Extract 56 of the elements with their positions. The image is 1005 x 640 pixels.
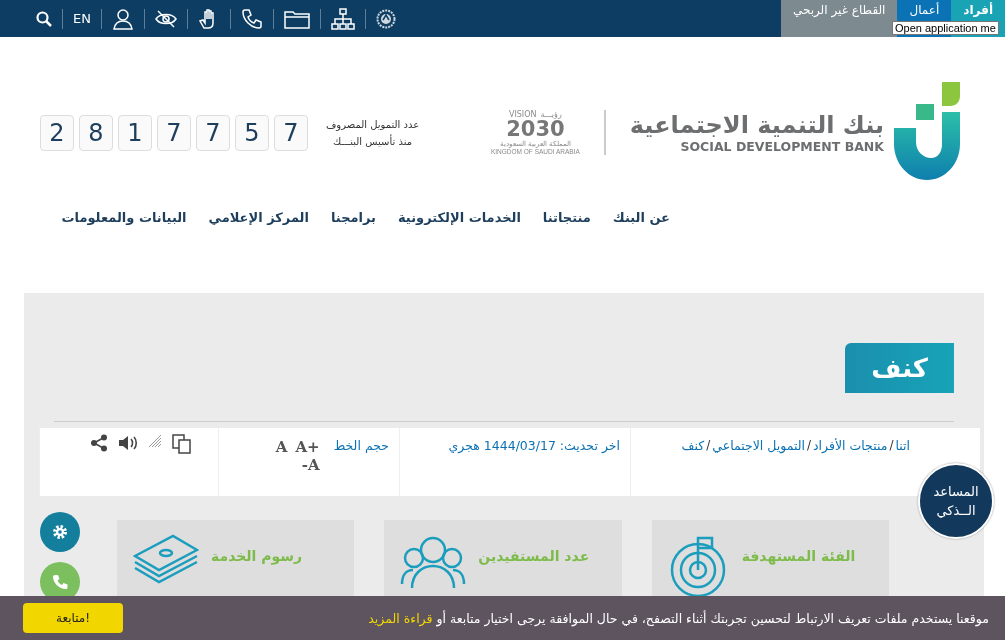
breadcrumb-link[interactable]: كنف xyxy=(681,438,705,453)
counter-digit: 7 xyxy=(274,114,308,151)
feed-icon xyxy=(148,434,162,448)
font-decrease-button[interactable]: A- xyxy=(301,456,320,474)
settings-icon xyxy=(52,524,68,540)
counter-digit: 5 xyxy=(235,114,269,151)
user-icon[interactable] xyxy=(111,7,134,30)
breadcrumb-separator: / xyxy=(706,438,711,452)
font-normal-button[interactable]: A xyxy=(275,438,288,456)
eye-slash-icon[interactable] xyxy=(154,9,177,28)
sitemap-icon[interactable] xyxy=(330,7,355,30)
card-title: رسوم الخدمة xyxy=(211,548,303,564)
vision-label-arabic: رؤيـــة xyxy=(540,110,562,119)
counter-sublabel: منذ تأسيس البنـــك xyxy=(332,135,414,147)
search-icon[interactable] xyxy=(36,10,52,27)
share-icon[interactable] xyxy=(90,434,108,452)
phone-icon[interactable] xyxy=(240,7,263,30)
nav-link[interactable]: منتجاتنا xyxy=(542,204,591,231)
breadcrumb-link[interactable]: منتجات الأفراد xyxy=(813,438,888,453)
folder-icon[interactable] xyxy=(283,8,310,29)
update-date: اخر تحديث: 1444/03/17 هجري xyxy=(448,438,620,453)
copy-icon[interactable] xyxy=(172,434,192,454)
continue-button[interactable]: متابعة! xyxy=(23,603,123,633)
breadcrumb-separator: / xyxy=(889,438,894,452)
counter-digit: 1 xyxy=(118,114,152,151)
speaker-icon[interactable] xyxy=(118,434,138,452)
money-stack-icon xyxy=(133,534,199,584)
people-icon xyxy=(400,534,467,590)
breadcrumb-separator: / xyxy=(807,438,812,452)
card-title: الفئة المستهدفة xyxy=(741,548,856,564)
nav-link[interactable]: البيانات والمعلومات xyxy=(61,204,187,231)
card-title: عدد المستفيدين xyxy=(478,548,590,564)
counter-digit: 8 xyxy=(79,114,113,151)
bank-name-english: SOCIAL DEVELOPMENT BANK xyxy=(680,139,884,154)
vision-year: 2030 xyxy=(506,119,565,140)
breadcrumb-link[interactable]: التمويل الاجتماعي xyxy=(712,438,805,453)
nav-link[interactable]: برامجنا xyxy=(330,204,376,231)
counter-digit: 7 xyxy=(196,114,230,151)
language-button[interactable]: EN xyxy=(73,11,91,26)
counter-label: عدد التمويل المصروف xyxy=(326,118,420,130)
counter-digit: 2 xyxy=(40,114,74,151)
font-increase-button[interactable]: A+ xyxy=(295,438,320,456)
page-title: كنف xyxy=(845,343,954,393)
nav-link[interactable]: الخدمات الإلكترونية xyxy=(398,204,521,231)
read-more-link[interactable]: قراءة المزيد xyxy=(368,610,433,626)
emblem-icon[interactable] xyxy=(375,8,396,29)
bank-name-arabic: بنك التنمية الاجتماعية xyxy=(629,111,884,139)
cookie-message: موقعنا يستخدم ملفات تعريف الارتباط لتحسين تجربتك أثناء التصفح، في حال الموافقة يرجى اختيار متابعة أو قراءة المزيد xyxy=(368,610,989,626)
breadcrumb-link[interactable]: اتنا xyxy=(895,438,910,453)
tooltip: Open application me xyxy=(892,21,999,35)
counter-digit: 7 xyxy=(157,114,191,151)
nav-link[interactable]: المركز الإعلامي xyxy=(208,204,309,231)
font-size-label: حجم الخط xyxy=(333,438,389,455)
vision-label: VISION xyxy=(508,110,537,119)
phone-icon xyxy=(52,574,68,590)
nav-link[interactable]: عن البنك xyxy=(612,204,670,231)
